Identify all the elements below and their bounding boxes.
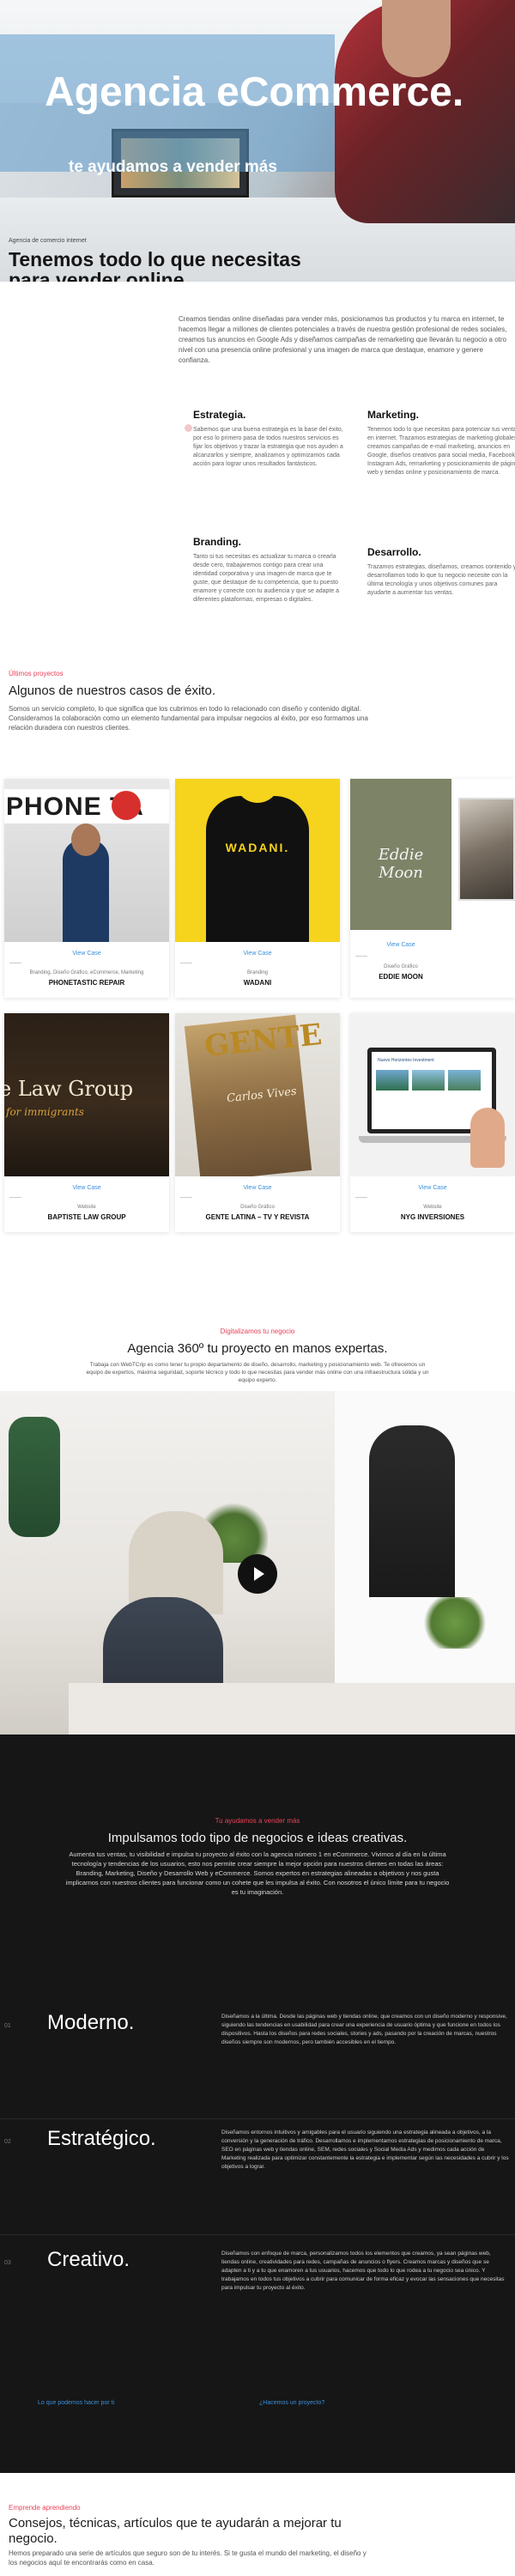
project-name: NYG INVERSIONES — [400, 1213, 465, 1221]
view-case-link[interactable]: View Case — [4, 1185, 169, 1191]
project-category: Branding, Diseño Gráfico, eCommerce, Mar… — [29, 970, 144, 975]
blog-title: Consejos, técnicas, artículos que te ayu… — [9, 2516, 342, 2546]
pillar-title: Creativo. — [47, 2248, 130, 2271]
pillar-number: 02 — [4, 2139, 11, 2145]
hero: Agencia eCommerce. te ayudamos a vender … — [0, 0, 515, 282]
person-head-image — [382, 0, 451, 77]
view-case-link[interactable]: View Case — [175, 951, 340, 957]
plant-image — [421, 1597, 489, 1649]
project-image: WADANI. — [175, 779, 340, 942]
pillar-number: 03 — [4, 2260, 11, 2266]
service-title: Estrategia. — [193, 409, 246, 421]
service-branding: Branding. Tanto si tus necesitas es actu… — [193, 536, 348, 605]
project-name: WADANI — [243, 979, 272, 987]
intro-text: Creamos tiendas online diseñadas para ve… — [179, 315, 507, 364]
view-case-link[interactable]: View Case — [350, 1185, 515, 1191]
divider — [9, 1197, 21, 1198]
service-title: Desarrollo. — [367, 546, 421, 558]
breadcrumb[interactable]: Agencia de comercio internet — [9, 238, 87, 244]
pillar-body: Diseñamos a la última. Desde las páginas… — [221, 2014, 507, 2045]
service-title: Marketing. — [367, 409, 420, 421]
project-name: PHONETASTIC REPAIR — [48, 979, 125, 987]
pillar-title: Estratégico. — [47, 2127, 156, 2150]
project-image-subtext: for immigrants — [6, 1106, 84, 1118]
coat-image — [9, 1417, 60, 1537]
project-card[interactable]: e Law Group for immigrants View Case Web… — [4, 1013, 169, 1232]
view-case-link[interactable]: View Case — [175, 1185, 340, 1191]
project-name: EDDIE MOON — [379, 973, 423, 981]
project-image: e Law Group for immigrants — [4, 1013, 169, 1176]
project-image-text: e Law Group — [4, 1077, 134, 1101]
project-card[interactable]: WADANI. View Case Branding WADANI — [175, 779, 340, 998]
dark-title: Impulsamos todo tipo de negocios e ideas… — [107, 1831, 408, 1845]
project-image-text: Nuevo Horizontes Investment — [378, 1058, 434, 1063]
pillar-creativo: 03 Creativo. Diseñamos con enfoque de ma… — [0, 2248, 515, 2368]
view-case-link[interactable]: View Case — [350, 942, 451, 948]
project-category: Website — [423, 1205, 442, 1210]
project-image: PHONE TA — [4, 779, 169, 942]
pillar-number: 01 — [4, 2023, 11, 2029]
project-category: Website — [77, 1205, 96, 1210]
project-category: Diseño Gráfico — [384, 964, 418, 969]
divider — [180, 1197, 192, 1198]
agency-kicker: Digitalizamos tu negocio — [220, 1327, 295, 1335]
project-category: Branding — [246, 970, 269, 975]
divider — [0, 2118, 515, 2119]
dark-kicker: Tu ayudamos a vender más — [215, 1817, 300, 1825]
project-image: Nuevo Horizontes Investment — [350, 1013, 515, 1176]
service-estrategia: Estrategia. Sabemos que una buena estrat… — [185, 409, 348, 469]
table-image — [69, 1683, 515, 1735]
pillar-estrategico: 02 Estratégico. Diseñamos entornos intui… — [0, 2127, 515, 2247]
video-section — [0, 1391, 515, 1735]
bullet-icon — [185, 424, 192, 432]
service-desarrollo: Desarrollo. Trazamos estrategias, diseña… — [367, 546, 515, 598]
play-icon[interactable] — [238, 1554, 277, 1594]
service-body: Tenemos todo lo que necesitas para poten… — [367, 427, 515, 476]
project-image: GENTE Carlos Vives — [175, 1013, 340, 1176]
project-image-text: Eddie Moon — [378, 846, 424, 882]
service-body: Tanto si tus necesitas es actualizar tu … — [193, 554, 340, 603]
services-link[interactable]: Lo que podemos hacer por ti — [38, 2400, 114, 2406]
dark-section: Tu ayudamos a vender más Impulsamos todo… — [0, 1735, 515, 2473]
project-card[interactable]: Eddie Moon View Case Diseño Gráfico EDDI… — [350, 779, 515, 998]
project-card[interactable]: Nuevo Horizontes Investment View Case We… — [350, 1013, 515, 1232]
project-card[interactable]: GENTE Carlos Vives View Case Diseño Gráf… — [175, 1013, 340, 1232]
pillar-body: Diseñamos con enfoque de marca, personal… — [221, 2251, 505, 2291]
hero-tagline: te ayudamos a vender más — [69, 158, 277, 176]
portfolio-body: Somos un servicio completo, lo que signi… — [9, 705, 368, 732]
blog-kicker: Emprende aprendiendo — [9, 2504, 81, 2512]
hero-title: Agencia eCommerce. — [45, 70, 464, 115]
hero-subtitle: Tenemos todo lo que necesitas para vende… — [9, 248, 301, 282]
blog-body: Hemos preparado una serie de artículos q… — [9, 2549, 367, 2567]
divider — [355, 956, 367, 957]
divider — [355, 1197, 367, 1198]
project-name: GENTE LATINA – TV Y REVISTA — [205, 1213, 310, 1221]
portfolio-title: Algunos de nuestros casos de éxito. — [9, 683, 215, 698]
divider — [0, 2234, 515, 2235]
pillar-moderno: 01 Moderno. Diseñamos a la última. Desde… — [0, 2011, 515, 2131]
project-link[interactable]: ¿Hacemos un proyecto? — [259, 2400, 324, 2406]
pillar-body: Diseñamos entornos intuitivos y amigable… — [221, 2129, 509, 2170]
dark-body: Aumenta tus ventas, tu visibilidad e imp… — [65, 1850, 450, 1896]
service-marketing: Marketing. Tenemos todo lo que necesitas… — [367, 409, 515, 477]
service-title: Branding. — [193, 536, 241, 548]
project-image-text: WADANI. — [225, 841, 290, 854]
project-category: Diseño Gráfico — [240, 1205, 275, 1210]
portfolio-kicker: Últimos proyectos — [9, 670, 64, 677]
service-body: Trazamos estrategias, diseñamos, creamos… — [367, 564, 515, 596]
pillar-title: Moderno. — [47, 2011, 135, 2034]
view-case-link[interactable]: View Case — [4, 951, 169, 957]
person-image — [369, 1425, 455, 1597]
project-card[interactable]: PHONE TA View Case Branding, Diseño Gráf… — [4, 779, 169, 998]
project-name: BAPTISTE LAW GROUP — [47, 1213, 126, 1221]
service-body: Sabemos que una buena estrategia es la b… — [193, 427, 343, 467]
agency-title: Agencia 360º tu proyecto en manos expert… — [127, 1341, 388, 1356]
agency-body: Trabaja con WebTCrip es como tener tu pr… — [86, 1362, 429, 1383]
project-image: Eddie Moon — [350, 779, 515, 942]
